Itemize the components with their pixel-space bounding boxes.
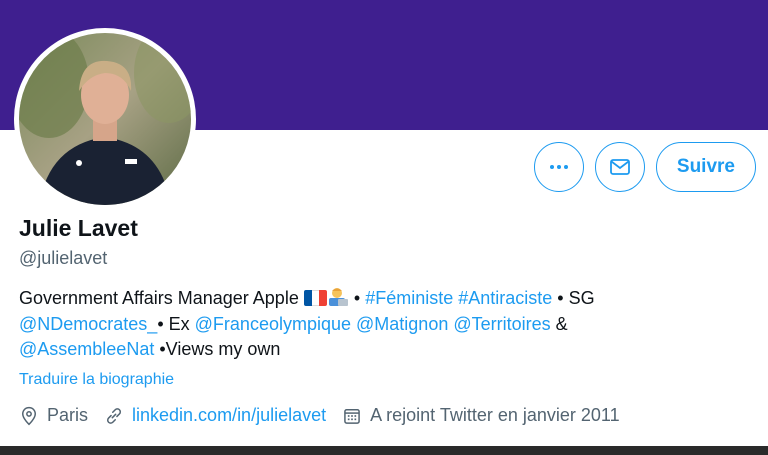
- profile-bio: Government Affairs Manager Apple • #Fémi…: [19, 286, 739, 363]
- hashtag-feministe[interactable]: #Féministe: [365, 288, 453, 308]
- mention-franceolympique[interactable]: @Franceolympique: [195, 314, 351, 334]
- profile-name: Julie Lavet: [19, 215, 138, 241]
- avatar[interactable]: [14, 28, 196, 210]
- bottom-edge-bar: [0, 446, 768, 455]
- profile-meta: Paris linkedin.com/in/julielavet A rejoi…: [19, 405, 636, 426]
- location-item: Paris: [19, 405, 88, 426]
- translate-bio-link[interactable]: Traduire la biographie: [19, 371, 174, 389]
- website-link[interactable]: linkedin.com/in/julielavet: [132, 405, 326, 426]
- technologist-emoji-icon: [328, 288, 348, 306]
- flag-france-icon: [303, 290, 327, 306]
- bio-text: &: [555, 313, 568, 334]
- hashtag-antiraciste[interactable]: #Antiraciste: [458, 288, 552, 308]
- bio-text: Government Affairs Manager Apple: [19, 288, 299, 308]
- location-text: Paris: [47, 405, 89, 425]
- joined-text: A rejoint Twitter en janvier 2011: [370, 405, 620, 425]
- location-pin-icon: [21, 406, 37, 425]
- profile-actions: Suivre: [533, 142, 756, 192]
- more-button[interactable]: [533, 142, 584, 192]
- more-horizontal-icon: [549, 165, 568, 169]
- bio-text: • SG: [557, 288, 595, 308]
- link-icon: [107, 407, 122, 424]
- bio-text: •Views my own: [159, 339, 281, 359]
- calendar-icon: [344, 408, 360, 424]
- mention-assembleenat[interactable]: @AssembleeNat: [19, 339, 154, 359]
- website-item: linkedin.com/in/julielavet: [104, 405, 326, 426]
- mention-ndemocrates[interactable]: @NDemocrates_: [19, 314, 157, 334]
- message-button[interactable]: [594, 142, 645, 192]
- bio-separator: •: [353, 288, 361, 308]
- joined-item: A rejoint Twitter en janvier 2011: [342, 405, 620, 426]
- avatar-photo: [19, 33, 191, 205]
- mention-matignon[interactable]: @Matignon: [356, 314, 448, 334]
- follow-button[interactable]: Suivre: [655, 142, 756, 192]
- mention-territoires[interactable]: @Territoires: [453, 314, 550, 334]
- profile-handle: @julielavet: [19, 248, 108, 268]
- bio-text: • Ex: [157, 313, 190, 334]
- envelope-icon: [610, 159, 630, 175]
